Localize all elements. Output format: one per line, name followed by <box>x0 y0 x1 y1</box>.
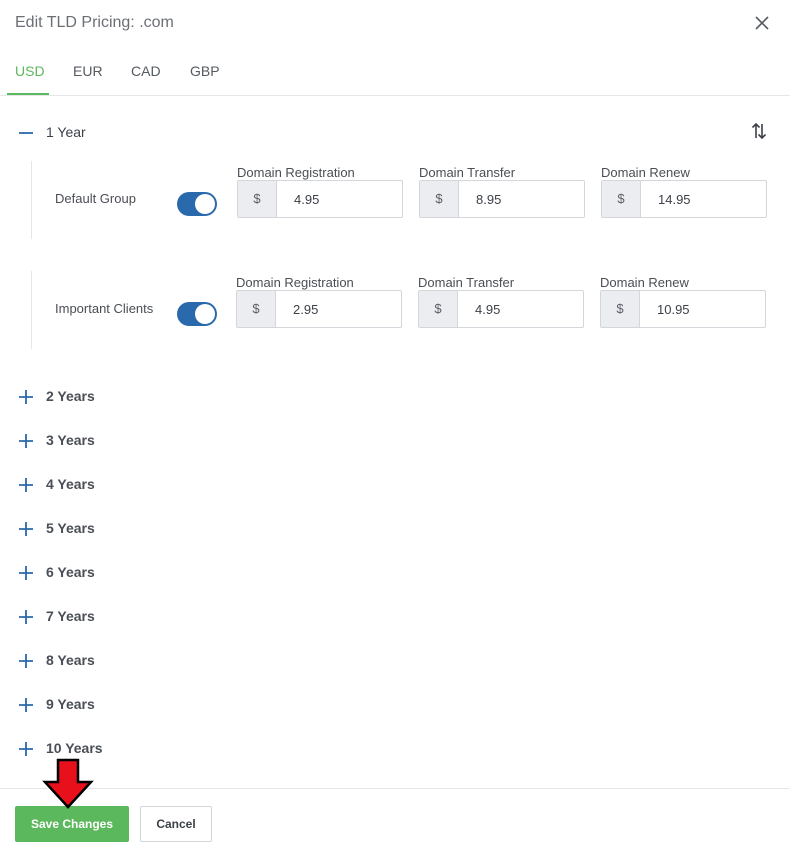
sort-arrows-icon[interactable] <box>750 121 768 141</box>
transfer-price-input[interactable] <box>460 181 584 217</box>
price-input-group: $ <box>600 290 766 328</box>
period-row-6-years[interactable]: 6 Years <box>0 561 300 585</box>
registration-price-input[interactable] <box>278 181 402 217</box>
period-label[interactable]: 10 Years <box>46 740 103 756</box>
price-input-group: $ <box>418 290 584 328</box>
pricing-group-important-clients: Important Clients Domain Registration $ … <box>31 271 790 349</box>
period-label[interactable]: 5 Years <box>46 520 95 536</box>
cancel-button[interactable]: Cancel <box>140 806 212 842</box>
currency-prefix: $ <box>237 291 276 327</box>
plus-icon[interactable] <box>18 741 34 757</box>
price-input-group: $ <box>419 180 585 218</box>
tab-usd[interactable]: USD <box>15 63 45 79</box>
registration-price-input[interactable] <box>277 291 401 327</box>
period-label[interactable]: 7 Years <box>46 608 95 624</box>
currency-prefix: $ <box>238 181 277 217</box>
field-label: Domain Renew <box>600 275 689 290</box>
plus-icon[interactable] <box>18 521 34 537</box>
price-input-group: $ <box>236 290 402 328</box>
transfer-price-input[interactable] <box>459 291 583 327</box>
tab-cad[interactable]: CAD <box>131 63 161 79</box>
plus-icon[interactable] <box>18 389 34 405</box>
period-label[interactable]: 8 Years <box>46 652 95 668</box>
arrow-down-icon <box>42 758 94 809</box>
plus-icon[interactable] <box>18 565 34 581</box>
period-row-3-years[interactable]: 3 Years <box>0 429 300 453</box>
period-row-9-years[interactable]: 9 Years <box>0 693 300 717</box>
minus-icon[interactable] <box>18 125 34 141</box>
period-label[interactable]: 2 Years <box>46 388 95 404</box>
group-enabled-toggle[interactable] <box>177 302 217 326</box>
group-enabled-toggle[interactable] <box>177 192 217 216</box>
close-icon[interactable] <box>752 13 772 33</box>
pricing-group-default: Default Group Domain Registration $ Doma… <box>31 161 790 239</box>
tab-gbp[interactable]: GBP <box>190 63 220 79</box>
field-label: Domain Transfer <box>419 165 516 180</box>
period-row-4-years[interactable]: 4 Years <box>0 473 300 497</box>
period-label[interactable]: 6 Years <box>46 564 95 580</box>
tab-eur[interactable]: EUR <box>73 63 103 79</box>
period-label[interactable]: 1 Year <box>46 124 86 140</box>
field-label: Domain Registration <box>237 165 355 180</box>
currency-tabs: USD EUR CAD GBP <box>0 48 790 96</box>
toggle-knob <box>195 304 215 324</box>
period-row-7-years[interactable]: 7 Years <box>0 605 300 629</box>
modal-footer: Save Changes Cancel <box>0 788 790 853</box>
period-row-8-years[interactable]: 8 Years <box>0 649 300 673</box>
group-name: Default Group <box>55 191 136 206</box>
save-changes-button[interactable]: Save Changes <box>15 806 129 842</box>
plus-icon[interactable] <box>18 477 34 493</box>
plus-icon[interactable] <box>18 609 34 625</box>
group-name: Important Clients <box>55 301 154 316</box>
field-label: Domain Renew <box>601 165 690 180</box>
period-label[interactable]: 4 Years <box>46 476 95 492</box>
period-row-5-years[interactable]: 5 Years <box>0 517 300 541</box>
plus-icon[interactable] <box>18 697 34 713</box>
plus-icon[interactable] <box>18 653 34 669</box>
renew-price-input[interactable] <box>641 291 765 327</box>
field-label: Domain Registration <box>236 275 354 290</box>
modal-title: Edit TLD Pricing: .com <box>15 14 174 31</box>
period-label[interactable]: 3 Years <box>46 432 95 448</box>
currency-prefix: $ <box>601 291 640 327</box>
toggle-knob <box>195 194 215 214</box>
edit-tld-pricing-modal: Edit TLD Pricing: .com USD EUR CAD GBP 1… <box>0 0 790 853</box>
period-row-1-year[interactable]: 1 Year <box>0 121 300 145</box>
field-label: Domain Transfer <box>418 275 515 290</box>
renew-price-input[interactable] <box>642 181 766 217</box>
plus-icon[interactable] <box>18 433 34 449</box>
price-input-group: $ <box>601 180 767 218</box>
currency-prefix: $ <box>420 181 459 217</box>
period-label[interactable]: 9 Years <box>46 696 95 712</box>
modal-header: Edit TLD Pricing: .com <box>0 0 790 48</box>
currency-prefix: $ <box>602 181 641 217</box>
price-input-group: $ <box>237 180 403 218</box>
active-tab-indicator <box>7 93 49 95</box>
period-row-2-years[interactable]: 2 Years <box>0 385 300 409</box>
currency-prefix: $ <box>419 291 458 327</box>
